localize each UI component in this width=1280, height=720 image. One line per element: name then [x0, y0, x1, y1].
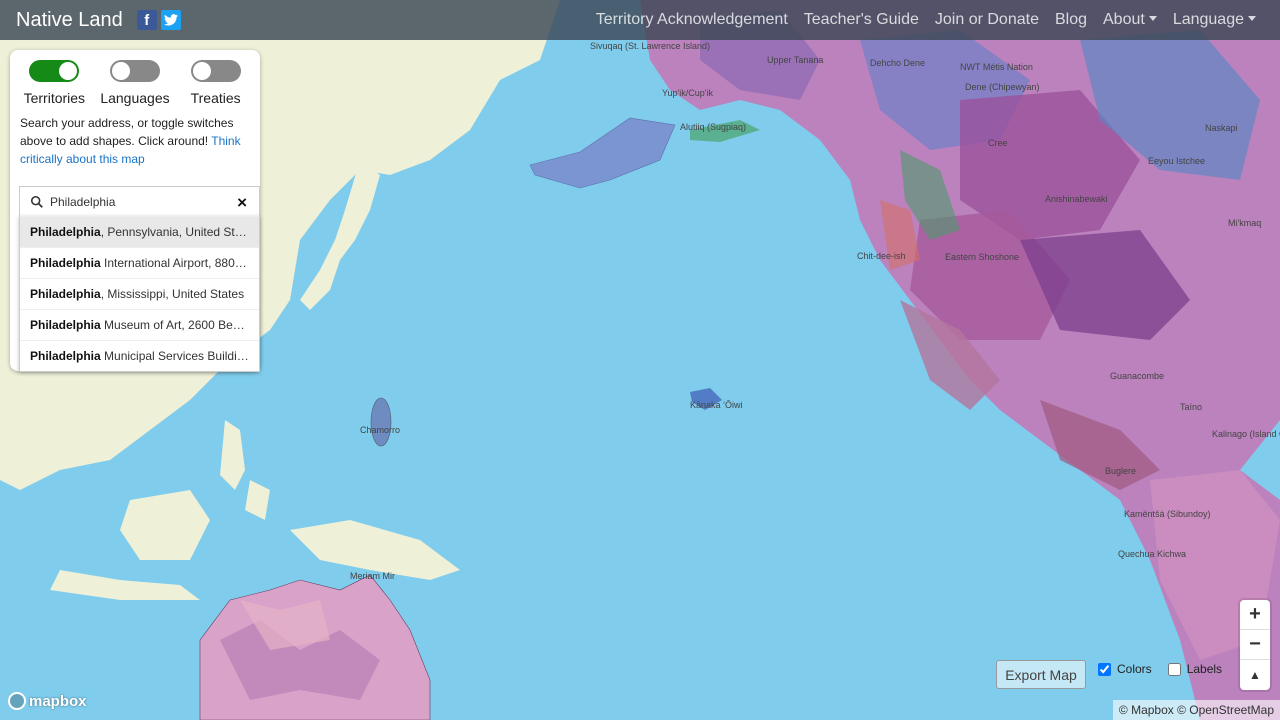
map-attribution[interactable]: © Mapbox © OpenStreetMap: [1112, 700, 1280, 720]
mapbox-logo-text: mapbox: [29, 692, 87, 710]
treaties-switch[interactable]: [190, 60, 241, 82]
description-text: Search your address, or toggle switches …: [20, 116, 234, 148]
facebook-icon[interactable]: f: [136, 10, 157, 30]
suggestion-item[interactable]: Philadelphia International Airport, 8800…: [20, 247, 259, 278]
nav-blog[interactable]: Blog: [1055, 11, 1087, 29]
mapbox-logo[interactable]: mapbox: [8, 692, 87, 710]
treaties-label: Treaties: [190, 90, 241, 106]
suggestion-item[interactable]: Philadelphia Museum of Art, 2600 Benjami…: [20, 309, 259, 340]
zoom-controls: + − ▲: [1240, 600, 1270, 690]
toggle-languages: Languages: [95, 60, 175, 106]
switch-knob: [59, 62, 78, 80]
suggestion-rest: Museum of Art, 2600 Benjamin Franklin Pk…: [104, 318, 259, 332]
compass-button[interactable]: ▲: [1240, 660, 1270, 690]
suggestion-rest: International Airport, 8800 Essington Av…: [104, 256, 259, 270]
suggestion-match: Philadelphia: [30, 349, 101, 363]
map-options: Colors Labels: [1098, 662, 1238, 676]
label-cree: Cree: [988, 138, 1008, 148]
search-input[interactable]: [50, 194, 230, 209]
suggestion-item[interactable]: Philadelphia, Pennsylvania, United State…: [20, 216, 259, 247]
suggestion-item[interactable]: Philadelphia Municipal Services Building: [20, 340, 259, 371]
switch-knob: [111, 62, 130, 80]
search-suggestions: Philadelphia, Pennsylvania, United State…: [19, 216, 260, 372]
nav-teachers-guide[interactable]: Teacher's Guide: [804, 11, 919, 29]
suggestion-match: Philadelphia: [30, 287, 101, 301]
label-buglere: Buglere: [1105, 466, 1136, 476]
label-sivuqaq: Sivuqaq (St. Lawrence Island): [590, 41, 710, 51]
zoom-out-button[interactable]: −: [1240, 630, 1270, 660]
suggestion-rest: , Mississippi, United States: [100, 287, 245, 301]
languages-label: Languages: [100, 90, 170, 106]
label-chitdee: Chit-dee-ish: [857, 251, 906, 261]
nav-language-label: Language: [1172, 11, 1244, 28]
label-taino: Taíno: [1180, 402, 1202, 412]
label-anishinabewaki: Anishinabewaki: [1045, 194, 1108, 204]
label-kamentsa: Kamëntšá (Sibundoy): [1124, 509, 1211, 519]
layer-toggles: Territories Languages Treaties: [10, 50, 260, 106]
toggle-territories: Territories: [14, 60, 94, 106]
nav-join-or-donate[interactable]: Join or Donate: [935, 11, 1039, 29]
label-guanacombe: Guanacombe: [1110, 371, 1164, 381]
label-eastern-shoshone: Eastern Shoshone: [945, 252, 1019, 262]
clear-search-icon[interactable]: ×: [237, 194, 247, 211]
label-naskapi: Naskapi: [1205, 123, 1238, 133]
social-links: f: [136, 10, 181, 30]
label-dehcho: Dehcho Dene: [870, 58, 925, 68]
nav-links: Territory Acknowledgement Teacher's Guid…: [580, 0, 1256, 40]
colors-option: Colors: [1098, 662, 1152, 676]
label-alutiiq: Alutiiq (Sugpiaq): [680, 122, 746, 132]
label-dene: Dene (Chipewyan): [965, 82, 1040, 92]
suggestion-rest: , Pennsylvania, United States: [100, 225, 258, 239]
label-yupik: Yup'ik/Cup'ik: [662, 88, 713, 98]
twitter-icon[interactable]: [160, 10, 181, 30]
brand-title[interactable]: Native Land: [16, 9, 123, 32]
label-nwt-metis: NWT Métis Nation: [960, 62, 1033, 72]
suggestion-item[interactable]: Philadelphia, Mississippi, United States: [20, 278, 259, 309]
caret-down-icon: [1248, 16, 1256, 21]
suggestion-match: Philadelphia: [30, 256, 101, 270]
territories-label: Territories: [23, 90, 86, 106]
switch-knob: [192, 62, 211, 80]
suggestion-rest: Municipal Services Building: [100, 349, 251, 363]
caret-down-icon: [1148, 16, 1157, 21]
search-icon: [30, 195, 43, 208]
colors-checkbox[interactable]: [1098, 662, 1111, 676]
label-quechua: Quechua Kichwa: [1118, 549, 1186, 559]
suggestion-match: Philadelphia: [30, 225, 101, 239]
label-kalinago: Kalinago (Island Carib): [1212, 429, 1280, 439]
zoom-in-button[interactable]: +: [1240, 600, 1270, 630]
label-kanaka: Kānaka ʻŌiwi: [690, 400, 743, 410]
label-mikmaq: Mi'kmaq: [1228, 218, 1261, 228]
territories-switch[interactable]: [29, 60, 80, 82]
label-upper-tanana: Upper Tanana: [767, 55, 823, 65]
nav-about-label: About: [1103, 11, 1145, 28]
toggle-treaties: Treaties: [176, 60, 256, 106]
label-chamorro: Chamorro: [360, 425, 400, 435]
languages-switch[interactable]: [109, 60, 160, 82]
mapbox-logo-icon: [8, 692, 26, 710]
suggestion-match: Philadelphia: [30, 318, 101, 332]
panel-description: Search your address, or toggle switches …: [10, 106, 260, 168]
nav-about-dropdown[interactable]: About: [1103, 11, 1157, 29]
navbar: Native Land f Territory Acknowledgement …: [0, 0, 1280, 40]
label-eeyou: Eeyou Istchee: [1148, 156, 1205, 166]
nav-territory-acknowledgement[interactable]: Territory Acknowledgement: [596, 11, 788, 29]
colors-label: Colors: [1117, 662, 1152, 676]
label-meriam: Meriam Mir: [350, 571, 395, 581]
labels-option: Labels: [1167, 662, 1223, 676]
search-box: ×: [19, 186, 260, 216]
labels-label: Labels: [1186, 662, 1223, 676]
nav-language-dropdown[interactable]: Language: [1173, 11, 1256, 29]
labels-checkbox[interactable]: [1167, 662, 1181, 676]
export-map-button[interactable]: Export Map: [996, 660, 1086, 689]
